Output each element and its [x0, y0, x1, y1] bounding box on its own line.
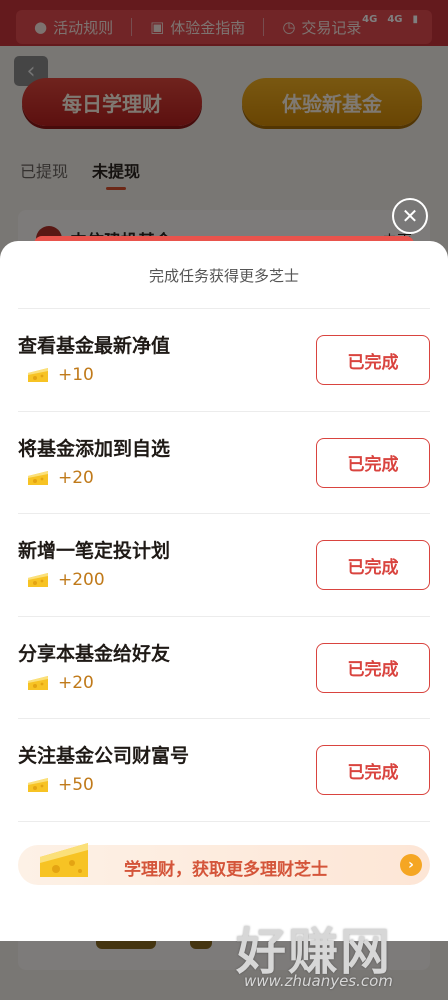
task-item: 查看基金最新净值 +10 已完成 [18, 309, 430, 412]
reward-amount: +20 [58, 672, 94, 693]
task-name: 新增一笔定投计划 [18, 541, 171, 562]
task-reward: +20 [26, 468, 94, 488]
task-completed-button[interactable]: 已完成 [316, 335, 430, 385]
cheese-icon [28, 675, 48, 690]
task-reward: +50 [26, 775, 94, 795]
task-item: 将基金添加到自选 +20 已完成 [18, 412, 430, 514]
task-reward: +20 [26, 673, 94, 693]
task-completed-button[interactable]: 已完成 [316, 540, 430, 590]
close-icon: ✕ [401, 204, 419, 228]
task-item: 新增一笔定投计划 +200 已完成 [18, 514, 430, 617]
task-reward: +10 [26, 365, 94, 385]
task-item: 关注基金公司财富号 +50 已完成 [18, 719, 430, 822]
task-completed-button[interactable]: 已完成 [316, 642, 430, 693]
cheese-icon [28, 778, 48, 792]
task-name: 分享本基金给好友 [18, 643, 171, 665]
watermark: 好赚网 www.zhuanyes.com [236, 912, 436, 996]
task-sheet: 完成任务获得更多芝士 查看基金最新净值 +10 已完成 将基金添加到自选 +20… [0, 241, 448, 941]
task-item: 分享本基金给好友 +20 已完成 [18, 617, 430, 719]
reward-amount: +10 [58, 365, 94, 385]
chevron-right-icon: › [400, 854, 422, 876]
close-button[interactable]: ✕ [392, 198, 428, 234]
reward-amount: +50 [58, 775, 94, 795]
cheese-icon [28, 470, 48, 485]
watermark-url: www.zhuanyes.com [244, 972, 393, 990]
task-list: 查看基金最新净值 +10 已完成 将基金添加到自选 +20 已完成 新增一笔定投… [18, 309, 430, 822]
task-completed-button[interactable]: 已完成 [316, 745, 430, 795]
cheese-icon [40, 843, 88, 877]
task-completed-button[interactable]: 已完成 [316, 437, 430, 488]
banner-text: 学理财，获取更多理财芝士 [124, 860, 328, 880]
task-name: 关注基金公司财富号 [18, 746, 190, 767]
task-name: 查看基金最新净值 [18, 336, 171, 357]
reward-amount: +20 [58, 467, 94, 488]
cheese-icon [28, 573, 48, 587]
task-name: 将基金添加到自选 [18, 438, 171, 460]
task-reward: +200 [26, 570, 105, 590]
learn-more-banner[interactable]: 学理财，获取更多理财芝士 › [18, 843, 430, 885]
sheet-title: 完成任务获得更多芝士 [148, 267, 299, 285]
cheese-icon [28, 368, 48, 382]
reward-amount: +200 [58, 570, 105, 590]
